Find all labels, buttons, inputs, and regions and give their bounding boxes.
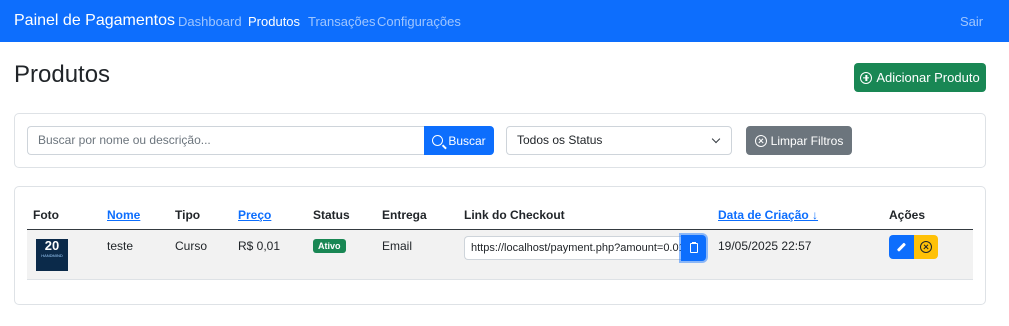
column-header-preco[interactable]: Preço xyxy=(238,208,271,222)
clear-filters-button[interactable]: Limpar Filtros xyxy=(746,126,852,155)
column-header-status: Status xyxy=(313,208,350,222)
logout-link[interactable]: Sair xyxy=(960,14,983,29)
brand-link[interactable]: Painel de Pagamentos xyxy=(14,12,175,30)
status-select[interactable]: Todos os Status xyxy=(506,126,732,155)
column-header-data[interactable]: Data de Criação ↓ xyxy=(718,208,818,222)
status-badge: Ativo xyxy=(313,239,346,253)
edit-product-button[interactable] xyxy=(889,235,914,259)
pencil-icon xyxy=(897,242,906,252)
add-product-label: Adicionar Produto xyxy=(876,70,980,85)
column-header-link: Link do Checkout xyxy=(464,208,565,222)
nav-configuracoes[interactable]: Configurações xyxy=(377,14,461,29)
checkout-link-field[interactable]: https://localhost/payment.php?amount=0.0… xyxy=(464,236,682,260)
cell-price: R$ 0,01 xyxy=(238,239,281,253)
search-input[interactable]: Buscar por nome ou descrição... xyxy=(27,126,425,155)
chevron-down-icon xyxy=(711,134,721,144)
cell-created-date: 19/05/2025 22:57 xyxy=(718,239,812,253)
clear-filters-label: Limpar Filtros xyxy=(770,133,844,148)
cell-delivery: Email xyxy=(382,239,413,253)
column-header-tipo: Tipo xyxy=(175,208,201,222)
copy-link-button[interactable] xyxy=(681,235,706,261)
clipboard-icon xyxy=(689,243,698,253)
nav-dashboard[interactable]: Dashboard xyxy=(178,14,242,29)
column-header-acoes: Ações xyxy=(889,208,926,222)
search-button[interactable]: Buscar xyxy=(424,126,494,155)
plus-circle-icon xyxy=(860,71,873,84)
search-button-label: Buscar xyxy=(448,133,486,148)
status-select-value: Todos os Status xyxy=(517,133,603,147)
x-circle-icon xyxy=(754,134,767,147)
thumbnail-caption: HANDMIND xyxy=(41,253,63,258)
deactivate-product-button[interactable] xyxy=(914,235,938,259)
column-header-entrega: Entrega xyxy=(382,208,427,222)
cell-type: Curso xyxy=(175,239,208,253)
thumbnail-number: 20 xyxy=(44,239,60,253)
nav-transacoes[interactable]: Transações xyxy=(308,14,375,29)
nav-produtos[interactable]: Produtos xyxy=(248,14,300,29)
search-icon xyxy=(432,135,444,146)
column-header-foto: Foto xyxy=(33,208,59,222)
column-header-nome[interactable]: Nome xyxy=(107,208,140,222)
product-thumbnail: 20 HANDMIND xyxy=(36,239,68,271)
add-product-button[interactable]: Adicionar Produto xyxy=(854,63,986,92)
cell-name: teste xyxy=(107,239,134,253)
x-circle-icon xyxy=(920,241,932,253)
page-title: Produtos xyxy=(14,61,111,88)
top-navbar: Painel de Pagamentos Dashboard Produtos … xyxy=(0,0,1009,42)
